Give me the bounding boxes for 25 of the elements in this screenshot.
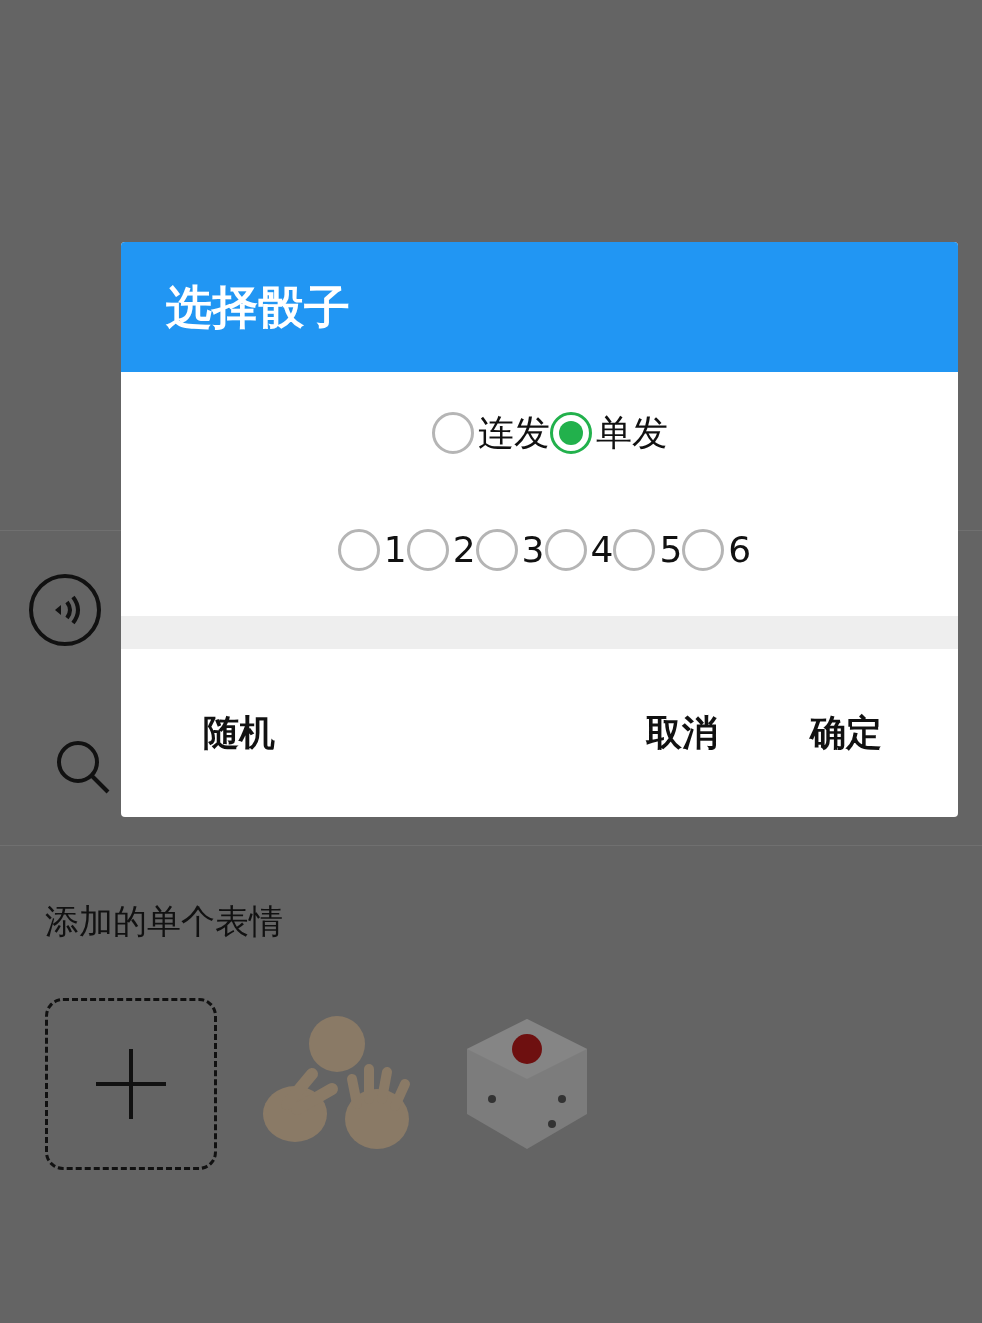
radio-label[interactable]: 单发 [595, 406, 668, 460]
radio-button[interactable] [549, 412, 592, 454]
search-icon[interactable] [55, 738, 111, 795]
radio-button[interactable] [613, 529, 656, 571]
radio-label[interactable]: 6 [728, 523, 752, 577]
random-button[interactable]: 随机 [191, 696, 287, 770]
radio-button[interactable] [475, 529, 518, 571]
add-emoji-button[interactable] [45, 998, 217, 1170]
radio-button[interactable] [406, 529, 449, 571]
radio-label[interactable]: 1 [383, 523, 407, 577]
dialog-button[interactable]: 取消 [640, 696, 724, 770]
dialog-button[interactable]: 确定 [804, 696, 888, 770]
radio-button[interactable] [431, 412, 474, 454]
dialog-title: 选择骰子 [166, 278, 350, 336]
radio-label[interactable]: 连发 [477, 406, 550, 460]
radio-label[interactable]: 4 [590, 523, 614, 577]
radio-button[interactable] [682, 529, 725, 571]
radio-label[interactable]: 3 [521, 523, 545, 577]
plus-icon [96, 1049, 166, 1119]
radio-button[interactable] [337, 529, 380, 571]
section-title: 添加的单个表情 [45, 904, 284, 938]
radio-button[interactable] [544, 529, 587, 571]
radio-label[interactable]: 2 [452, 523, 476, 577]
radio-label[interactable]: 5 [659, 523, 683, 577]
speaker-icon[interactable] [28, 572, 102, 647]
